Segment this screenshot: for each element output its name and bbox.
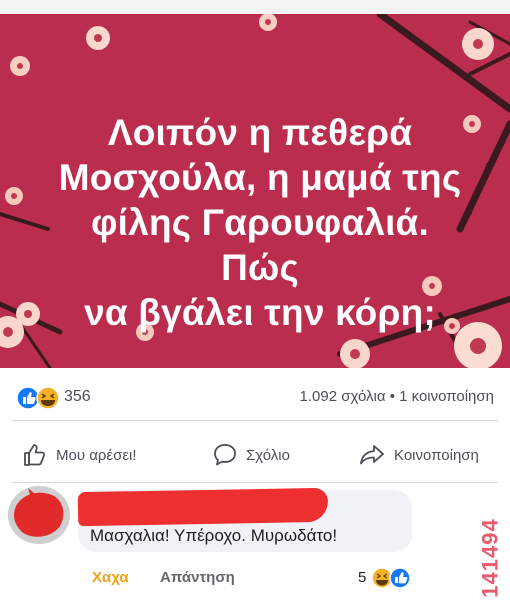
post-text-line: Λοιπόν η πεθερά — [107, 112, 413, 153]
like-icon — [389, 567, 411, 589]
share-button[interactable]: Κοινοποίηση — [358, 442, 479, 468]
reaction-count[interactable]: 356 — [64, 388, 91, 406]
comment-bubble[interactable]: Μασχαλια! Υπέροχο. Μυρωδάτο! — [77, 487, 412, 552]
post-reactions-summary[interactable] — [16, 386, 62, 410]
post-image[interactable]: Λοιπόν η πεθερά Μοσχούλα, η μαμά της φίλ… — [0, 14, 510, 368]
avatar-redaction-scribble — [8, 486, 70, 544]
divider — [12, 482, 498, 483]
comment-text: Μασχαλια! Υπέροχο. Μυρωδάτο! — [90, 526, 338, 545]
thumbs-up-icon — [24, 444, 46, 466]
share-arrow-icon — [360, 445, 384, 465]
comment-button[interactable]: Σχόλιο — [212, 442, 290, 468]
post-text-line: Μοσχούλα, η μαμά της — [58, 157, 462, 198]
like-icon — [16, 386, 40, 410]
comment-haha-reaction-link[interactable]: Χαχα — [92, 569, 129, 586]
watermark: 141494 — [476, 515, 506, 600]
commenter-name-redaction — [77, 487, 329, 527]
comment-reply-link[interactable]: Απάντηση — [160, 569, 235, 586]
share-button-label: Κοινοποίηση — [394, 446, 479, 464]
watermark-text: 141494 — [478, 517, 504, 598]
like-button-label: Μου αρέσει! — [56, 446, 137, 464]
post-text-line: να βγάλει την κόρη; — [84, 292, 436, 333]
comment-reactions-summary[interactable] — [370, 566, 414, 590]
post-actions-row: Μου αρέσει! Σχόλιο Κοινοποίηση — [0, 432, 510, 478]
post-stats-row: 356 1.092 σχόλια • 1 κοινοποίηση — [0, 380, 510, 414]
post-image-text: Λοιπόν η πεθερά Μοσχούλα, η μαμά της φίλ… — [55, 110, 465, 335]
haha-icon — [36, 386, 60, 410]
post-text-line: φίλης Γαρουφαλιά. Πώς — [91, 202, 429, 288]
comment-actions-row: Χαχα Απάντηση 5 — [0, 566, 510, 592]
like-button[interactable]: Μου αρέσει! — [22, 442, 137, 468]
commenter-avatar[interactable] — [8, 486, 70, 544]
divider — [12, 420, 498, 421]
comment-button-label: Σχόλιο — [246, 446, 290, 464]
comment-reaction-count[interactable]: 5 — [358, 569, 366, 586]
haha-icon — [371, 567, 393, 589]
speech-bubble-icon — [214, 444, 236, 466]
top-strip — [0, 0, 510, 14]
comments-shares-count[interactable]: 1.092 σχόλια • 1 κοινοποίηση — [300, 388, 494, 405]
